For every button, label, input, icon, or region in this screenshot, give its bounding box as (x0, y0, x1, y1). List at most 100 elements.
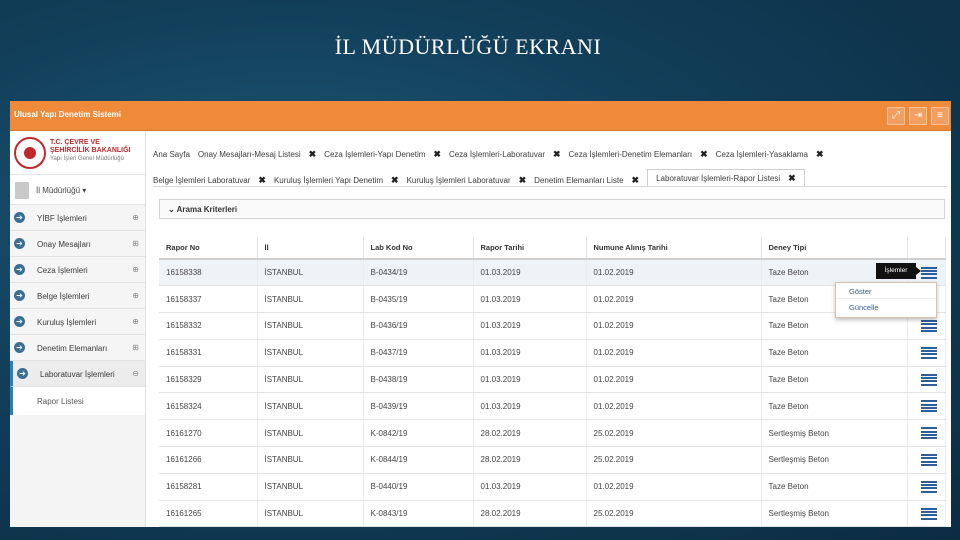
sidebar-item-label: Ceza İşlemleri (37, 266, 88, 275)
close-icon[interactable]: ✖ (816, 149, 824, 160)
close-icon[interactable]: ✖ (553, 149, 561, 160)
table-row[interactable]: 16158337 İSTANBUL B-0435/19 01.03.2019 01.02… (159, 285, 946, 314)
table-row[interactable]: 16158331 İSTANBUL B-0437/19 01.03.2019 01.02… (159, 339, 946, 367)
table-row[interactable]: 16158332 İSTANBUL B-0436/19 01.03.2019 01.02… (159, 312, 946, 340)
table-cell: B-0437/19 (363, 339, 474, 367)
tab[interactable]: Kuruluş İşlemleri Laboratuvar ✖ (407, 173, 531, 187)
column-header[interactable]: Rapor Tarihi (473, 237, 587, 260)
table-cell: Taze Beton (761, 366, 908, 394)
tab-label: Laboratuvar İşlemleri-Rapor Listesi (656, 174, 781, 183)
sidebar-item-label: Denetim Elemanları (37, 344, 108, 353)
sidebar-item[interactable]: ➔ Ceza İşlemleri ⊕ (10, 257, 145, 283)
close-icon[interactable]: ✖ (258, 175, 266, 186)
table-row[interactable]: 16161265 İSTANBUL K-0843/19 28.02.2019 25.02… (159, 500, 946, 527)
row-menu-icon[interactable] (920, 453, 937, 466)
table-row[interactable]: 16161270 İSTANBUL K-0842/19 28.02.2019 25.02… (159, 419, 946, 448)
expand-toggle-icon[interactable]: ⊞ (132, 239, 139, 248)
table-cell: İSTANBUL (257, 312, 364, 340)
row-menu-icon[interactable] (920, 400, 937, 413)
table-row[interactable]: 16158324 İSTANBUL B-0439/19 01.03.2019 01.02… (159, 392, 946, 421)
row-menu-icon[interactable] (920, 373, 937, 386)
table-row[interactable]: 16161266 İSTANBUL K-0844/19 28.02.2019 25.02… (159, 446, 946, 474)
sidebar-item[interactable]: ➔ Denetim Elemanları ⊞ (10, 335, 145, 361)
tab-label: Kuruluş İşlemleri Laboratuvar (406, 175, 511, 185)
table-cell: B-0439/19 (363, 392, 474, 421)
tab-label: Onay Mesajları-Mesaj Listesi (197, 150, 301, 159)
sidebar-item[interactable]: ➔ YİBF İşlemleri ⊕ (10, 205, 145, 231)
report-table: Rapor No İl Lab Kod No Rapor Tarihi Numune A… (159, 237, 946, 527)
column-header[interactable]: Deney Tipi (761, 237, 908, 260)
sidebar-item-label: Onay Mesajları (37, 240, 91, 249)
sidebar: T.C. ÇEVRE VE ŞEHİRCİLİK BAKANLIĞI Yapı … (10, 131, 146, 527)
row-actions-cell (907, 473, 946, 501)
row-menu-icon[interactable] (920, 507, 937, 520)
sidebar-item[interactable]: ➔ Belge İşlemleri ⊕ (10, 283, 145, 309)
close-icon[interactable]: ✖ (309, 149, 317, 160)
table-cell: 01.02.2019 (586, 366, 762, 394)
column-header[interactable]: Lab Kod No (363, 237, 474, 260)
row-menu-icon[interactable] (920, 319, 937, 332)
expand-toggle-icon[interactable]: ⊞ (132, 343, 139, 352)
row-menu-icon[interactable] (920, 346, 937, 359)
column-header[interactable]: Rapor No (159, 237, 258, 260)
expand-toggle-icon[interactable]: ⊖ (132, 369, 139, 378)
tab[interactable]: Denetim Elemanları Liste ✖ (534, 173, 643, 187)
row-actions-cell (907, 419, 946, 448)
row-menu-icon[interactable] (920, 266, 937, 279)
expand-toggle-icon[interactable]: ⊕ (132, 291, 139, 300)
close-icon[interactable]: ✖ (519, 175, 527, 186)
tab-bar-row-1: Ana Sayfa Onay Mesajları-Mesaj Listesi ✖ Ce… (153, 149, 828, 160)
tab-label: Denetim Elemanları Liste (534, 175, 624, 185)
close-icon[interactable]: ✖ (391, 175, 399, 186)
tab[interactable]: Onay Mesajları-Mesaj Listesi ✖ (198, 149, 320, 160)
table-cell: 16158329 (159, 366, 258, 394)
menu-icon[interactable]: ≡ (931, 107, 949, 125)
table-cell: 01.03.2019 (473, 366, 587, 394)
tab[interactable]: Laboratuvar İşlemleri-Rapor Listesi ✖ (647, 169, 805, 187)
search-criteria-panel[interactable]: ⌄ Arama Kriterleri (159, 199, 945, 219)
arrow-right-icon: ➔ (14, 264, 25, 275)
tab[interactable]: Ceza İşlemleri-Yasaklama ✖ (716, 149, 828, 160)
actions-dropdown: Göster Güncelle (835, 282, 937, 318)
table-cell: 28.02.2019 (473, 446, 587, 474)
show-option[interactable]: Göster (836, 283, 936, 299)
column-header[interactable]: İl (257, 237, 364, 260)
row-menu-icon[interactable] (920, 427, 937, 440)
close-icon[interactable]: ✖ (433, 149, 441, 160)
avatar (15, 182, 29, 199)
table-row[interactable]: 16158338 İSTANBUL B-0434/19 01.03.2019 01.02… (159, 259, 946, 287)
table-row[interactable]: 16158281 İSTANBUL B-0440/19 01.03.2019 01.02… (159, 473, 946, 501)
tab[interactable]: Ceza İşlemleri-Denetim Elemanları ✖ (569, 149, 712, 160)
column-header[interactable]: Numune Alınış Tarihi (586, 237, 762, 260)
sidebar-item[interactable]: ➔ Laboratuvar İşlemleri ⊖ (10, 361, 145, 387)
expand-icon[interactable]: ⤢ (887, 107, 905, 125)
close-icon[interactable]: ✖ (788, 173, 796, 184)
expand-toggle-icon[interactable]: ⊕ (132, 265, 139, 274)
table-cell: İSTANBUL (257, 285, 364, 314)
tab[interactable]: Kuruluş İşlemleri Yapı Denetim ✖ (274, 173, 403, 187)
table-cell: Sertleşmiş Beton (761, 446, 908, 474)
tab[interactable]: Ceza İşlemleri-Laboratuvar ✖ (449, 149, 565, 160)
expand-toggle-icon[interactable]: ⊕ (132, 317, 139, 326)
close-icon[interactable]: ✖ (632, 175, 640, 186)
table-cell: 16158332 (159, 312, 258, 340)
update-option[interactable]: Güncelle (836, 299, 936, 315)
sidebar-item[interactable]: ➔ Kuruluş İşlemleri ⊕ (10, 309, 145, 335)
tab[interactable]: Ceza İşlemleri-Yapı Denetim ✖ (324, 149, 445, 160)
table-cell: Taze Beton (761, 339, 908, 367)
tab[interactable]: Belge İşlemleri Laboratuvar ✖ (153, 173, 270, 187)
sidebar-subitem-rapor-listesi[interactable]: Rapor Listesi (10, 387, 145, 415)
logout-icon[interactable]: ⇥ (909, 107, 927, 125)
sidebar-item[interactable]: ➔ Onay Mesajları ⊞ (10, 231, 145, 257)
table-cell: K-0843/19 (363, 500, 474, 527)
expand-toggle-icon[interactable]: ⊕ (132, 213, 139, 222)
table-cell: 25.02.2019 (586, 500, 762, 527)
table-cell: İSTANBUL (257, 473, 364, 501)
app-name: Ulusal Yapı Denetim Sistemi (14, 110, 122, 119)
user-menu[interactable]: İl Müdürlüğü ▾ (10, 175, 145, 205)
table-row[interactable]: 16158329 İSTANBUL B-0438/19 01.03.2019 01.02… (159, 366, 946, 394)
tab[interactable]: Ana Sayfa (153, 149, 194, 160)
close-icon[interactable]: ✖ (700, 149, 708, 160)
table-cell: 16161265 (159, 500, 258, 527)
row-menu-icon[interactable] (920, 480, 937, 493)
